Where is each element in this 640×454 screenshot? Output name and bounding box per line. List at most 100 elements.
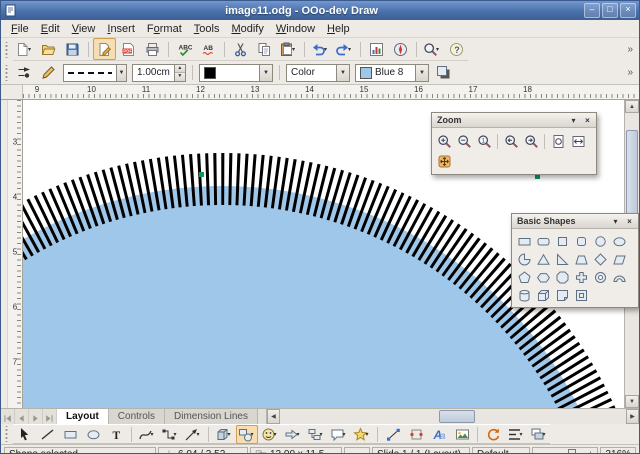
close-button[interactable]: × xyxy=(620,3,636,18)
ring-shape-button[interactable] xyxy=(591,268,610,286)
chart-button[interactable] xyxy=(365,38,388,60)
trapezoid-shape-button[interactable] xyxy=(572,250,591,268)
line-width-spinner[interactable]: 1.00cm ▲▼ xyxy=(132,64,186,82)
triangle-shape-button[interactable] xyxy=(534,250,553,268)
spellcheck-button[interactable]: ABC xyxy=(173,38,196,60)
line-dialog-button[interactable] xyxy=(37,62,60,84)
circle-shape-button[interactable] xyxy=(591,232,610,250)
arrow-style-button[interactable] xyxy=(13,62,36,84)
edit-file-button[interactable] xyxy=(93,38,116,60)
folded-corner-shape-button[interactable] xyxy=(553,286,572,304)
glue-points-button[interactable] xyxy=(405,425,427,444)
undo-button[interactable]: ▾ xyxy=(309,38,332,60)
scroll-down-icon[interactable]: ▼ xyxy=(625,395,639,408)
palette-menu-icon[interactable]: ▾ xyxy=(567,114,580,127)
rounded-square-shape-button[interactable] xyxy=(572,232,591,250)
status-style-cell[interactable]: Default xyxy=(472,447,530,454)
cross-shape-button[interactable] xyxy=(572,268,591,286)
status-slide-cell[interactable]: Slide 1 / 1 (Layout) xyxy=(372,447,470,454)
print-button[interactable] xyxy=(141,38,164,60)
menu-insert[interactable]: Insert xyxy=(101,22,141,36)
menu-view[interactable]: View xyxy=(66,22,102,36)
block-arc-shape-button[interactable] xyxy=(610,268,629,286)
zoom-next-button[interactable] xyxy=(521,131,541,151)
chevron-down-icon[interactable]: ▼ xyxy=(415,65,428,81)
zoom-out-button[interactable] xyxy=(454,131,474,151)
toolbar-overflow-button[interactable]: » xyxy=(623,44,637,55)
connector-button[interactable]: ▾ xyxy=(159,425,181,444)
toolbar-grip[interactable] xyxy=(4,65,9,81)
basic-shapes-palette[interactable]: Basic Shapes ▾ × xyxy=(511,213,639,308)
3d-objects-button[interactable]: ▾ xyxy=(213,425,235,444)
zoom-entire-page-button[interactable] xyxy=(548,131,568,151)
diamond-shape-button[interactable] xyxy=(591,250,610,268)
square-shape-button[interactable] xyxy=(553,232,572,250)
line-color-combo[interactable]: ▼ xyxy=(199,64,273,82)
help-button[interactable]: ? xyxy=(445,38,468,60)
symbol-shapes-button[interactable]: ▾ xyxy=(259,425,281,444)
basic-shapes-titlebar[interactable]: Basic Shapes ▾ × xyxy=(512,214,638,229)
curve-button[interactable]: ▾ xyxy=(136,425,158,444)
rectangle-button[interactable] xyxy=(59,425,81,444)
menu-format[interactable]: Format xyxy=(141,22,188,36)
export-pdf-button[interactable]: PDF xyxy=(117,38,140,60)
rotate-button[interactable] xyxy=(482,425,504,444)
menu-help[interactable]: Help xyxy=(321,22,356,36)
zoom-previous-button[interactable] xyxy=(501,131,521,151)
shadow-button[interactable] xyxy=(432,62,455,84)
cube-shape-button[interactable] xyxy=(534,286,553,304)
octagon-shape-button[interactable] xyxy=(553,268,572,286)
menu-window[interactable]: Window xyxy=(270,22,321,36)
tab-layout[interactable]: Layout xyxy=(57,409,109,424)
zoom-out-button[interactable]: − xyxy=(537,448,542,454)
line-button[interactable] xyxy=(36,425,58,444)
parallelogram-shape-button[interactable] xyxy=(610,250,629,268)
toolbar-overflow-button[interactable]: » xyxy=(623,67,637,78)
basic-shapes-button[interactable]: ▾ xyxy=(236,425,258,444)
last-page-button[interactable] xyxy=(43,409,57,424)
tab-dimension-lines[interactable]: Dimension Lines xyxy=(165,409,258,424)
line-style-combo[interactable]: ▼ xyxy=(63,64,127,82)
stars-button[interactable]: ▾ xyxy=(351,425,373,444)
autospellcheck-button[interactable]: AB xyxy=(197,38,220,60)
copy-button[interactable] xyxy=(253,38,276,60)
menu-edit[interactable]: Edit xyxy=(35,22,66,36)
palette-close-icon[interactable]: × xyxy=(623,215,636,228)
toolbar-grip[interactable] xyxy=(4,426,9,442)
select-button[interactable] xyxy=(13,425,35,444)
chevron-down-icon[interactable]: ▼ xyxy=(116,65,126,81)
first-page-button[interactable] xyxy=(1,409,15,424)
paste-button[interactable]: ▾ xyxy=(277,38,300,60)
titlebar[interactable]: image11.odg - OOo-dev Draw – □ × xyxy=(1,1,639,20)
pentagon-shape-button[interactable] xyxy=(515,268,534,286)
open-folder-button[interactable] xyxy=(37,38,60,60)
callouts-button[interactable]: ▾ xyxy=(328,425,350,444)
redo-button[interactable]: ▾ xyxy=(333,38,356,60)
from-file-button[interactable] xyxy=(451,425,473,444)
block-arrows-button[interactable]: ▾ xyxy=(282,425,304,444)
minimize-button[interactable]: – xyxy=(584,3,600,18)
flowcharts-button[interactable]: ▾ xyxy=(305,425,327,444)
palette-menu-icon[interactable]: ▾ xyxy=(609,215,622,228)
new-doc-button[interactable]: ▾ xyxy=(13,38,36,60)
palette-close-icon[interactable]: × xyxy=(581,114,594,127)
right-triangle-shape-button[interactable] xyxy=(553,250,572,268)
tab-controls[interactable]: Controls xyxy=(109,409,165,424)
fontwork-button[interactable]: Aa xyxy=(428,425,450,444)
rounded-rectangle-shape-button[interactable] xyxy=(534,232,553,250)
status-zoom-cell[interactable]: 216% xyxy=(600,447,636,454)
menu-modify[interactable]: Modify xyxy=(225,22,269,36)
horizontal-scroll-track[interactable] xyxy=(280,409,626,424)
zoom-slider-thumb[interactable] xyxy=(568,449,576,454)
chevron-down-icon[interactable]: ▼ xyxy=(259,65,272,81)
navigator-button[interactable] xyxy=(389,38,412,60)
selection-handle[interactable] xyxy=(199,172,204,177)
scroll-left-icon[interactable]: ◀ xyxy=(267,409,280,424)
area-style-value[interactable]: Color xyxy=(287,67,336,78)
save-button[interactable] xyxy=(61,38,84,60)
zoom-pan-button[interactable] xyxy=(434,151,454,171)
text-button[interactable]: T xyxy=(105,425,127,444)
next-page-button[interactable] xyxy=(29,409,43,424)
status-size-cell[interactable]: 12.00 x 11.5 xyxy=(250,447,342,454)
hexagon-shape-button[interactable] xyxy=(534,268,553,286)
